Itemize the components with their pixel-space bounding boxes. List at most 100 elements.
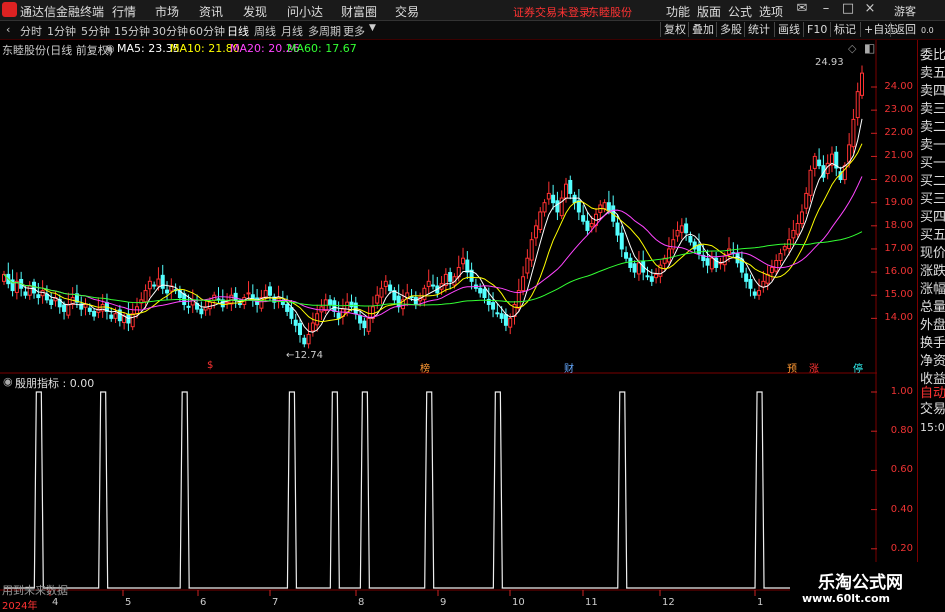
close-icon[interactable]: × [862,1,878,16]
kline-chart[interactable] [0,40,877,609]
indicator-axis-label: 0.20 [890,542,913,554]
candle-body [379,287,384,298]
candle-body [503,314,508,326]
event-tag-dollar[interactable]: $ [207,360,213,371]
indicator-settings-icon[interactable]: ◉ [3,375,13,388]
minimize-icon[interactable]: – [818,1,834,16]
candle-body [602,202,607,210]
candle-body [100,303,105,312]
candle-body [302,337,307,345]
menu-wenxiaoda[interactable]: 问小达 [287,3,323,20]
menu-shichang[interactable]: 市场 [155,3,179,20]
maximize-icon[interactable]: □ [840,1,856,16]
period-fenshi[interactable]: 分时 [20,23,42,39]
menu-banmian[interactable]: 版面 [697,3,721,20]
candle-body [83,303,88,308]
multi-stock-button[interactable]: 多股 [716,22,745,37]
menu-xuanxiang[interactable]: 选项 [759,3,783,20]
event-tag-zhang[interactable]: 涨 [809,360,819,375]
candle-body [426,280,431,287]
candle-body [576,200,581,213]
menu-faxian[interactable]: 发现 [243,3,267,20]
statistics-button[interactable]: 统计 [744,22,773,37]
overlay-button[interactable]: 叠加 [688,22,717,37]
candle-body [649,276,654,282]
menu-caifuquan[interactable]: 财富圈 [341,3,377,20]
candle-body [461,257,466,265]
event-tag-yu[interactable]: 预 [787,360,797,375]
collapse-icon[interactable]: ‹ [6,23,10,36]
period-monthly[interactable]: 月线 [281,23,303,39]
indicator-label: 殷朋指标 : 0.00 [15,377,95,390]
period-1min[interactable]: 1分钟 [47,23,76,39]
period-more[interactable]: 更多 [343,23,365,39]
candle-body [804,192,809,209]
period-15min[interactable]: 15分钟 [114,23,150,39]
candle-body [66,303,71,316]
candle-body [109,314,114,319]
candle-body [757,290,762,296]
fuquan-button[interactable]: 复权 [660,22,689,37]
period-multi[interactable]: 多周期 [308,23,341,39]
candle-body [774,260,779,272]
candle-body [246,292,251,295]
menu-hangqing[interactable]: 行情 [112,3,136,20]
menu-gongneng[interactable]: 功能 [666,3,690,20]
quote-field-7: 买二 [920,174,945,189]
month-label: 6 [200,597,207,608]
candle-body [551,194,556,204]
current-stock-name: 东睦股份 [588,6,632,19]
event-tag-ting[interactable]: 停 [853,360,863,375]
price-axis-label: 16.00 [884,266,913,278]
mark-button[interactable]: 标记 [830,22,859,37]
candle-body [812,155,817,169]
candle-body [366,317,371,332]
candle-body [388,284,393,292]
message-icon[interactable]: ✉ [794,1,810,16]
candle-body [684,223,689,234]
candle-body [362,320,367,329]
candle-body [263,290,268,299]
price-axis-label: 20.00 [884,173,913,185]
candle-body [422,287,427,300]
period-toolbar: ‹ 分时 1分钟 5分钟 15分钟 30分钟 60分钟 日线 周线 月线 多周期… [0,21,945,40]
candle-body [533,225,538,239]
candle-body [654,273,659,279]
menu-jiaoyi[interactable]: 交易 [395,3,419,20]
future-data-hint: 用到未来数据 [2,584,68,597]
candle-body [310,322,315,332]
candle-body [32,281,37,294]
period-5min[interactable]: 5分钟 [81,23,110,39]
candle-body [358,315,363,324]
candle-body [624,252,629,259]
period-weekly[interactable]: 周线 [254,23,276,39]
more-dropdown-icon[interactable]: ▼ [369,23,376,33]
period-30min[interactable]: 30分钟 [152,23,188,39]
candle-body [431,284,435,287]
candle-body [113,313,118,319]
candle-body [156,278,161,287]
candle-body [62,304,67,312]
period-60min[interactable]: 60分钟 [189,23,225,39]
period-daily[interactable]: 日线 [227,23,249,39]
back-button[interactable]: 返回 [890,22,919,37]
user-label[interactable]: 游客 [894,3,916,19]
quote-field-13: 涨幅 [920,282,945,297]
event-tag-cai[interactable]: 财 [564,360,574,375]
app-title: 通达信金融终端 [20,5,105,19]
menu-gongshi[interactable]: 公式 [728,3,752,20]
menu-bar: 通达信金融终端 行情 市场 资讯 发现 问小达 财富圈 交易 证券交易未登录 东… [0,0,945,21]
draw-line-button[interactable]: 画线 [774,22,803,37]
candle-body [413,297,418,305]
login-warning[interactable]: 证券交易未登录 [513,4,590,20]
candle-body [636,262,641,275]
candle-body [23,291,28,296]
f10-button[interactable]: F10 [803,22,830,37]
month-label: 8 [358,597,365,608]
event-tag-bang[interactable]: 榜 [420,360,430,375]
price-axis-label: 19.00 [884,196,913,208]
candle-body [216,298,221,301]
candle-body [752,291,757,296]
menu-zixun[interactable]: 资讯 [199,3,223,20]
candle-body [546,192,551,200]
